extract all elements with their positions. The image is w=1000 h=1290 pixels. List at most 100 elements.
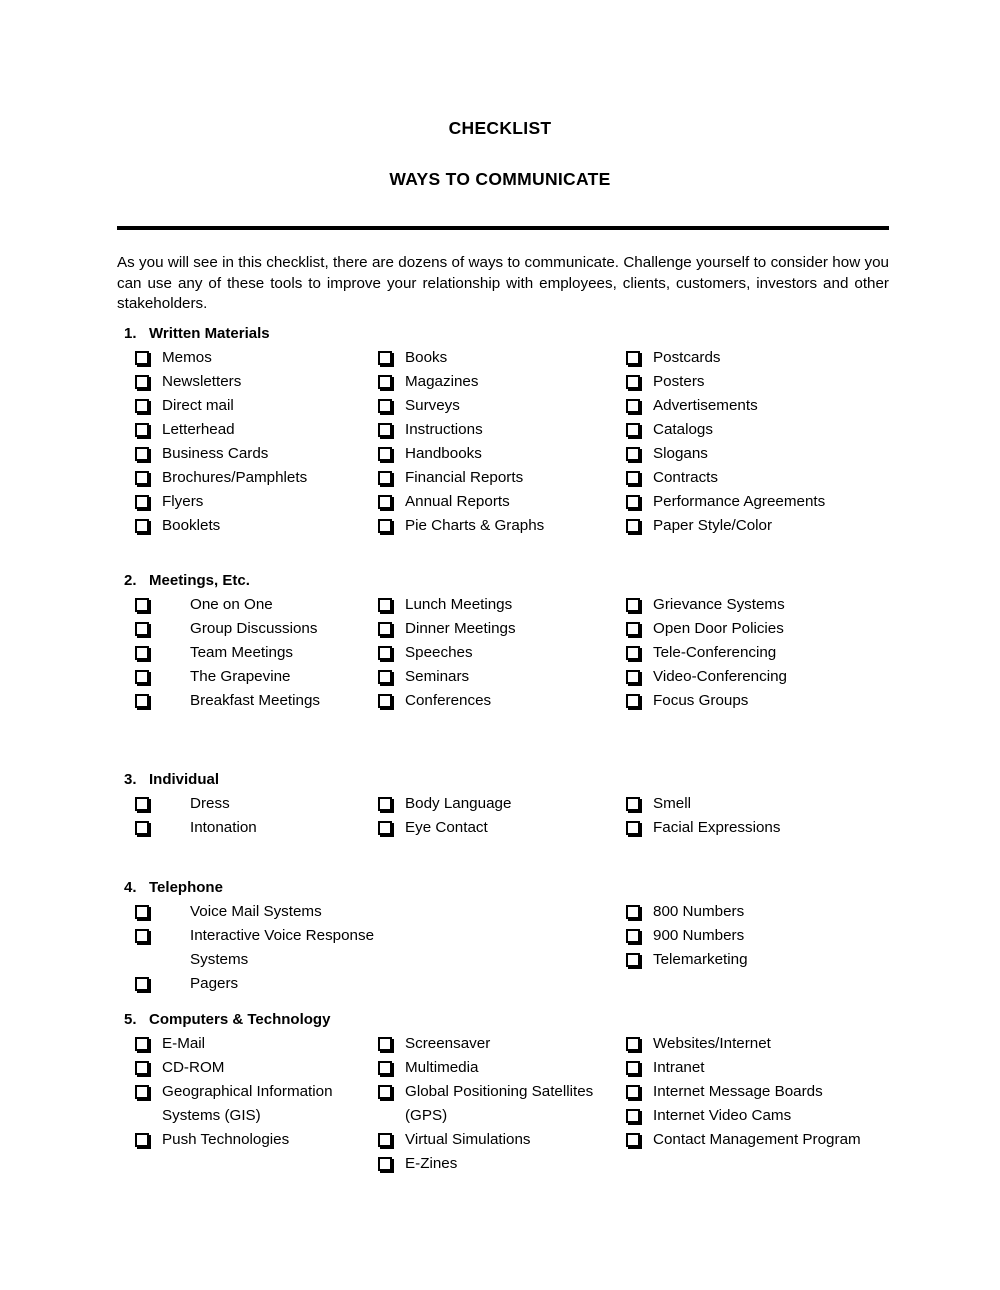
checklist-item[interactable]: Video-Conferencing <box>626 665 914 689</box>
empty-checkbox-icon[interactable] <box>626 1037 640 1051</box>
empty-checkbox-icon[interactable] <box>135 375 149 389</box>
checklist-item[interactable]: Virtual Simulations <box>378 1128 626 1152</box>
empty-checkbox-icon[interactable] <box>135 598 149 612</box>
empty-checkbox-icon[interactable] <box>378 1157 392 1171</box>
empty-checkbox-icon[interactable] <box>135 423 149 437</box>
empty-checkbox-icon[interactable] <box>378 694 392 708</box>
empty-checkbox-icon[interactable] <box>626 598 640 612</box>
checklist-item[interactable]: Paper Style/Color <box>626 514 914 538</box>
empty-checkbox-icon[interactable] <box>135 1133 149 1147</box>
empty-checkbox-icon[interactable] <box>135 471 149 485</box>
empty-checkbox-icon[interactable] <box>378 598 392 612</box>
checklist-item[interactable]: Eye Contact <box>378 816 626 840</box>
empty-checkbox-icon[interactable] <box>626 670 640 684</box>
checklist-item[interactable]: E-Mail <box>124 1032 378 1056</box>
empty-checkbox-icon[interactable] <box>626 694 640 708</box>
empty-checkbox-icon[interactable] <box>135 929 149 943</box>
checklist-item[interactable]: Direct mail <box>124 394 378 418</box>
empty-checkbox-icon[interactable] <box>135 1061 149 1075</box>
empty-checkbox-icon[interactable] <box>378 519 392 533</box>
empty-checkbox-icon[interactable] <box>626 447 640 461</box>
checklist-item[interactable]: 900 Numbers <box>626 924 914 948</box>
checklist-item[interactable]: Internet Message Boards <box>626 1080 914 1104</box>
empty-checkbox-icon[interactable] <box>378 1085 392 1099</box>
empty-checkbox-icon[interactable] <box>626 1109 640 1123</box>
empty-checkbox-icon[interactable] <box>626 519 640 533</box>
checklist-item[interactable]: Contact Management Program <box>626 1128 914 1152</box>
empty-checkbox-icon[interactable] <box>626 1085 640 1099</box>
checklist-item[interactable]: Contracts <box>626 466 914 490</box>
checklist-item[interactable]: Annual Reports <box>378 490 626 514</box>
checklist-item[interactable]: Focus Groups <box>626 689 914 713</box>
empty-checkbox-icon[interactable] <box>378 447 392 461</box>
empty-checkbox-icon[interactable] <box>378 375 392 389</box>
checklist-item[interactable]: Seminars <box>378 665 626 689</box>
empty-checkbox-icon[interactable] <box>378 1133 392 1147</box>
empty-checkbox-icon[interactable] <box>626 929 640 943</box>
checklist-item[interactable]: Instructions <box>378 418 626 442</box>
checklist-item[interactable]: One on One <box>124 593 378 617</box>
checklist-item[interactable]: The Grapevine <box>124 665 378 689</box>
checklist-item[interactable]: Lunch Meetings <box>378 593 626 617</box>
empty-checkbox-icon[interactable] <box>626 905 640 919</box>
checklist-item[interactable]: Pagers <box>124 972 378 996</box>
checklist-item[interactable]: Brochures/Pamphlets <box>124 466 378 490</box>
empty-checkbox-icon[interactable] <box>378 622 392 636</box>
checklist-item[interactable]: Books <box>378 346 626 370</box>
empty-checkbox-icon[interactable] <box>626 495 640 509</box>
checklist-item[interactable]: CD-ROM <box>124 1056 378 1080</box>
empty-checkbox-icon[interactable] <box>626 399 640 413</box>
empty-checkbox-icon[interactable] <box>135 495 149 509</box>
empty-checkbox-icon[interactable] <box>135 1085 149 1099</box>
checklist-item[interactable]: Grievance Systems <box>626 593 914 617</box>
empty-checkbox-icon[interactable] <box>135 670 149 684</box>
empty-checkbox-icon[interactable] <box>135 821 149 835</box>
checklist-item[interactable]: Business Cards <box>124 442 378 466</box>
checklist-item[interactable]: Financial Reports <box>378 466 626 490</box>
checklist-item[interactable]: E-Zines <box>378 1152 626 1176</box>
checklist-item[interactable]: Global Positioning Satellites (GPS) <box>378 1080 626 1128</box>
empty-checkbox-icon[interactable] <box>378 821 392 835</box>
empty-checkbox-icon[interactable] <box>135 977 149 991</box>
checklist-item[interactable]: Advertisements <box>626 394 914 418</box>
empty-checkbox-icon[interactable] <box>626 471 640 485</box>
checklist-item[interactable]: Group Discussions <box>124 617 378 641</box>
empty-checkbox-icon[interactable] <box>378 399 392 413</box>
checklist-item[interactable]: Conferences <box>378 689 626 713</box>
empty-checkbox-icon[interactable] <box>378 495 392 509</box>
checklist-item[interactable]: Booklets <box>124 514 378 538</box>
empty-checkbox-icon[interactable] <box>378 1061 392 1075</box>
empty-checkbox-icon[interactable] <box>378 797 392 811</box>
empty-checkbox-icon[interactable] <box>626 423 640 437</box>
checklist-item[interactable]: Websites/Internet <box>626 1032 914 1056</box>
checklist-item[interactable]: Speeches <box>378 641 626 665</box>
checklist-item[interactable]: Push Technologies <box>124 1128 378 1152</box>
empty-checkbox-icon[interactable] <box>135 694 149 708</box>
empty-checkbox-icon[interactable] <box>626 1133 640 1147</box>
checklist-item[interactable]: Multimedia <box>378 1056 626 1080</box>
empty-checkbox-icon[interactable] <box>135 399 149 413</box>
checklist-item[interactable]: Telemarketing <box>626 948 914 972</box>
checklist-item[interactable]: Memos <box>124 346 378 370</box>
checklist-item[interactable]: Team Meetings <box>124 641 378 665</box>
checklist-item[interactable]: Surveys <box>378 394 626 418</box>
checklist-item[interactable]: Screensaver <box>378 1032 626 1056</box>
checklist-item[interactable]: Posters <box>626 370 914 394</box>
checklist-item[interactable]: Performance Agreements <box>626 490 914 514</box>
empty-checkbox-icon[interactable] <box>135 622 149 636</box>
checklist-item[interactable]: Newsletters <box>124 370 378 394</box>
checklist-item[interactable]: Slogans <box>626 442 914 466</box>
checklist-item[interactable]: Dinner Meetings <box>378 617 626 641</box>
empty-checkbox-icon[interactable] <box>626 646 640 660</box>
checklist-item[interactable]: Magazines <box>378 370 626 394</box>
checklist-item[interactable]: Intonation <box>124 816 378 840</box>
checklist-item[interactable]: Internet Video Cams <box>626 1104 914 1128</box>
checklist-item[interactable]: Voice Mail Systems <box>124 900 378 924</box>
empty-checkbox-icon[interactable] <box>378 646 392 660</box>
empty-checkbox-icon[interactable] <box>378 471 392 485</box>
checklist-item[interactable]: Catalogs <box>626 418 914 442</box>
empty-checkbox-icon[interactable] <box>626 1061 640 1075</box>
checklist-item[interactable]: 800 Numbers <box>626 900 914 924</box>
empty-checkbox-icon[interactable] <box>626 953 640 967</box>
checklist-item[interactable]: Open Door Policies <box>626 617 914 641</box>
